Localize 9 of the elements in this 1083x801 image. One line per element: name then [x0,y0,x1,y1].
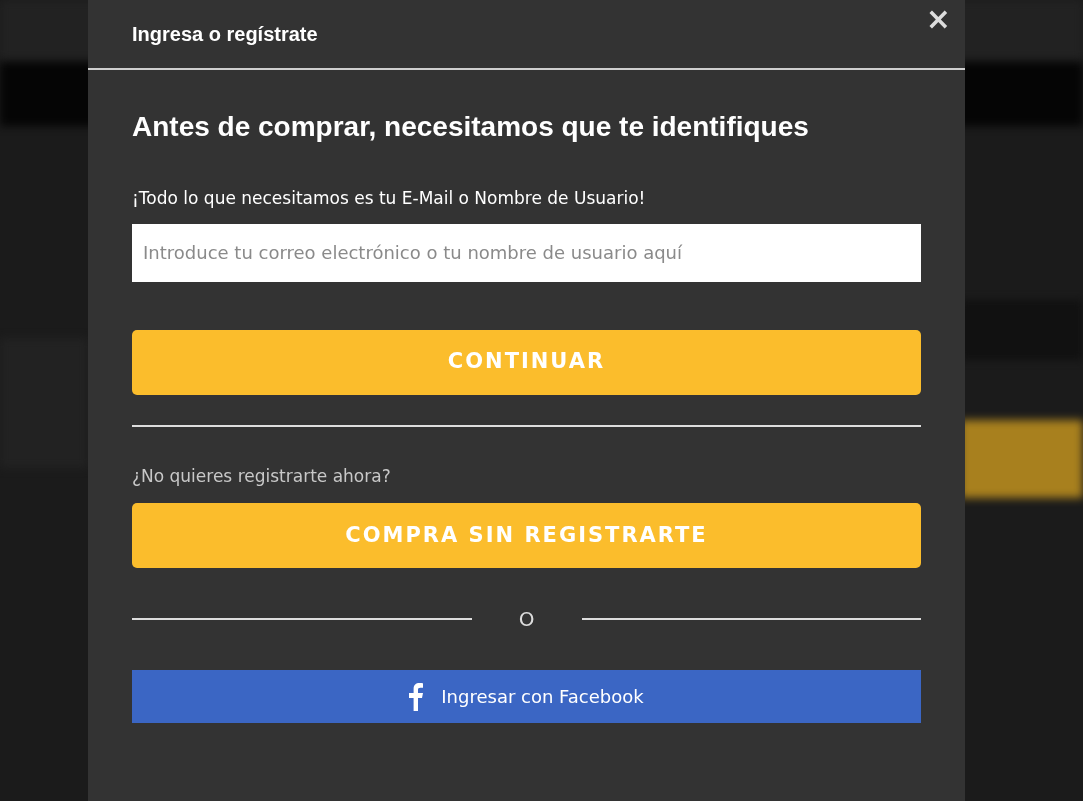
heading: Antes de comprar, necesitamos que te identifiques [132,110,810,144]
close-button[interactable]: × [923,4,953,34]
dialog-title: Ingresa o regístrate [132,22,318,47]
input-field[interactable]: Introduce tu correo electrónico o tu nombre de usuario aquí [132,223,921,282]
separator-text: O [517,606,536,633]
guest-prompt: ¿No quieres registrarte ahora? [132,464,392,488]
facebook-icon [409,682,424,711]
facebook-button[interactable]: Ingresar con Facebook [132,670,921,723]
prompt-text: ¡Todo lo que necesitamos es tu E-Mail o Nombre de Usuario! [132,187,647,210]
